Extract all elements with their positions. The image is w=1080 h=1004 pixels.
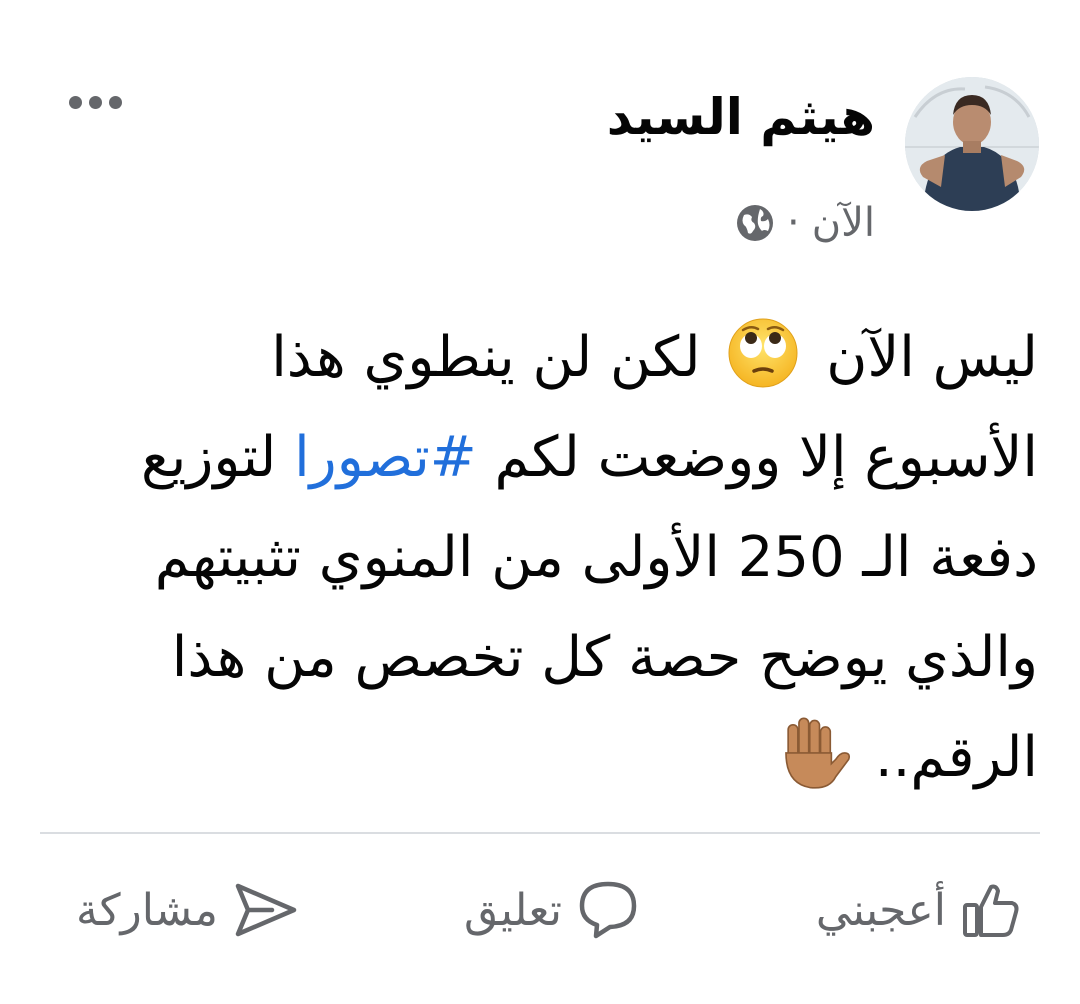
text-segment: لكن لن ينطوي هذا (271, 325, 701, 390)
text-segment: الأسبوع إلا ووضعت لكم (494, 425, 1038, 490)
comment-bubble-icon (579, 881, 637, 939)
share-arrow-icon (235, 883, 297, 937)
globe-icon (736, 205, 773, 241)
more-dots-icon (108, 95, 122, 109)
meta-separator: · (786, 200, 800, 246)
like-label: أعجبني (815, 884, 946, 936)
author-avatar[interactable] (905, 77, 1039, 211)
post-text-line: والذي يوضح حصة كل تخصص من هذا (171, 625, 1038, 690)
text-segment: لتوزيع (140, 425, 277, 490)
action-bar: أعجبني تعليق مشاركة (0, 860, 1080, 960)
post-meta: الآن · (735, 193, 875, 253)
comment-label: تعليق (463, 884, 562, 936)
more-dots-icon (88, 95, 102, 109)
post-text-line: الأسبوع إلا ووضعت لكم #تصورا لتوزيع (42, 408, 1038, 508)
author-name[interactable]: هيثم السيد (607, 88, 875, 146)
face-with-rolling-eyes-emoji (728, 318, 798, 388)
more-options-button[interactable] (55, 80, 135, 124)
post-text-line: دفعة الـ 250 الأولى من المنوي تثبيتهم (154, 525, 1038, 590)
post-text-line: الرقم.. (42, 708, 1038, 808)
text-segment: الرقم.. (874, 725, 1038, 790)
like-button[interactable]: أعجبني (816, 860, 1022, 960)
thumbs-up-icon (963, 884, 1019, 937)
hashtag-link[interactable]: #تصورا (294, 425, 477, 490)
share-button[interactable]: مشاركة (76, 860, 300, 960)
post-text: ليس الآن لكن لن ينطوي هذا الأسبوع إلا وو… (42, 308, 1038, 808)
raised-hand-emoji (785, 717, 851, 789)
post-card: هيثم السيد الآن · ليس الآن لكن لن ينطوي … (0, 0, 1080, 1004)
divider (40, 832, 1040, 834)
text-segment: ليس الآن (826, 325, 1038, 390)
post-text-line: ليس الآن لكن لن ينطوي هذا (42, 308, 1038, 408)
more-dots-icon (68, 95, 82, 109)
post-time[interactable]: الآن (812, 200, 875, 246)
avatar-photo (905, 77, 1039, 211)
share-label: مشاركة (75, 884, 218, 936)
comment-button[interactable]: تعليق (464, 860, 640, 960)
